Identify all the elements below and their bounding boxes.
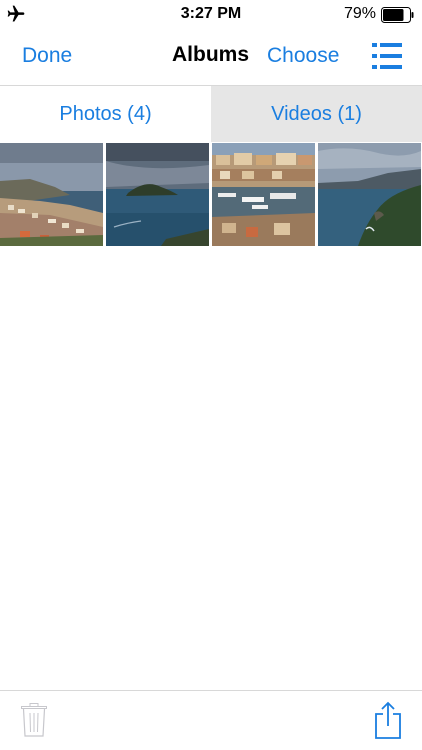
photo-thumbnail[interactable] bbox=[106, 143, 209, 246]
trash-icon[interactable] bbox=[21, 703, 47, 737]
tab-photos[interactable]: Photos (4) bbox=[0, 86, 211, 142]
tab-videos[interactable]: Videos (1) bbox=[211, 86, 422, 142]
photo-thumbnail-image bbox=[106, 143, 209, 246]
done-button[interactable]: Done bbox=[22, 44, 72, 68]
battery-icon bbox=[381, 7, 414, 23]
page-title: Albums bbox=[172, 43, 250, 66]
album-tabs: Photos (4) Videos (1) bbox=[0, 85, 422, 142]
bottom-toolbar bbox=[0, 690, 422, 750]
photo-thumbnail-image bbox=[318, 143, 421, 246]
photo-grid bbox=[0, 143, 422, 246]
status-bar: 3:27 PM 79% bbox=[0, 0, 422, 30]
photo-thumbnail[interactable] bbox=[0, 143, 103, 246]
list-icon[interactable] bbox=[372, 41, 402, 71]
photo-thumbnail-image bbox=[0, 143, 103, 246]
choose-button[interactable]: Choose bbox=[267, 44, 339, 68]
photo-thumbnail[interactable] bbox=[212, 143, 315, 246]
battery-percent: 79% bbox=[343, 5, 376, 22]
share-icon[interactable] bbox=[375, 701, 401, 739]
photo-thumbnail-image bbox=[212, 143, 315, 246]
photo-thumbnail[interactable] bbox=[318, 143, 421, 246]
nav-bar: Done Albums Choose bbox=[0, 30, 422, 86]
